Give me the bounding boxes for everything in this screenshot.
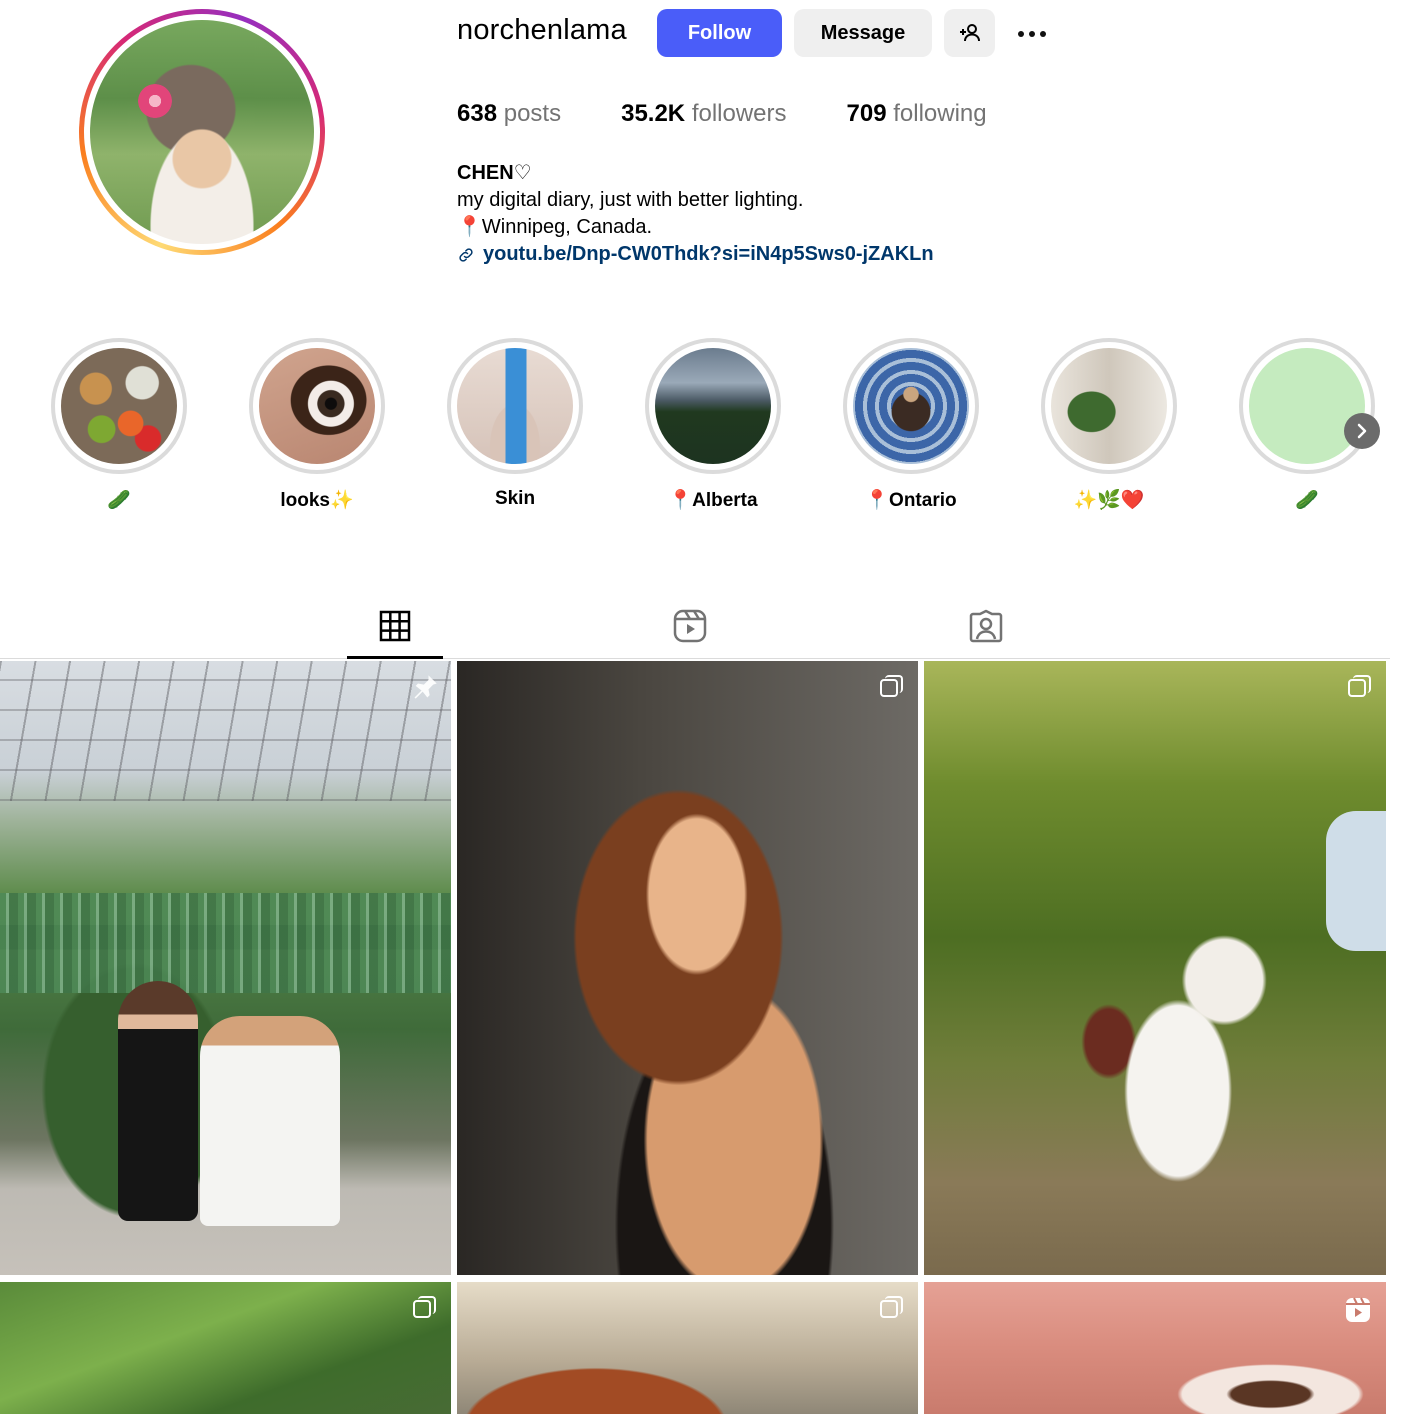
highlight-item[interactable]: 📍Ontario bbox=[843, 338, 979, 511]
location-pin-icon: 📍 bbox=[457, 216, 482, 238]
post-tile[interactable] bbox=[924, 661, 1386, 1275]
chevron-right-icon bbox=[1357, 423, 1367, 439]
highlight-item[interactable]: 🥒 bbox=[1239, 338, 1375, 511]
more-dot-icon bbox=[1018, 31, 1024, 37]
more-dot-icon bbox=[1029, 31, 1035, 37]
skincare-bottle-thumbnail bbox=[457, 348, 573, 464]
carousel-icon bbox=[1348, 675, 1372, 699]
highlight-label: 📍Alberta bbox=[668, 490, 758, 511]
meal-prep-thumbnail bbox=[61, 348, 177, 464]
message-button[interactable]: Message bbox=[794, 9, 932, 57]
carousel-icon bbox=[880, 675, 904, 699]
highlight-ring[interactable] bbox=[1239, 338, 1375, 474]
art-figure-thumbnail bbox=[853, 348, 969, 464]
plant-thumbnail bbox=[1051, 348, 1167, 464]
highlight-item[interactable]: ✨🌿❤️ bbox=[1041, 338, 1177, 511]
bio-display-name: CHEN♡ bbox=[457, 162, 532, 184]
suggested-accounts-button[interactable] bbox=[944, 9, 995, 57]
bio-link-text: youtu.be/Dnp-CW0Thdk?si=iN4p5Sws0-jZAKLn bbox=[483, 243, 934, 265]
highlight-ring[interactable] bbox=[447, 338, 583, 474]
bamboo-wall bbox=[0, 893, 451, 993]
carousel-icon bbox=[413, 1296, 437, 1320]
following-label: following bbox=[893, 100, 987, 127]
reel-icon bbox=[1346, 1297, 1370, 1322]
posts-count: 638 bbox=[457, 100, 498, 127]
highlight-label: 📍Ontario bbox=[865, 490, 957, 511]
post-tile[interactable] bbox=[457, 661, 918, 1275]
profile-avatar[interactable] bbox=[79, 9, 325, 255]
tab-reels[interactable] bbox=[642, 605, 738, 659]
post-tile[interactable] bbox=[0, 1282, 451, 1414]
post-tile[interactable] bbox=[0, 661, 451, 1275]
bio-external-link[interactable]: youtu.be/Dnp-CW0Thdk?si=iN4p5Sws0-jZAKLn bbox=[457, 241, 934, 268]
highlight-ring[interactable] bbox=[1041, 338, 1177, 474]
highlight-ring[interactable] bbox=[843, 338, 979, 474]
highlight-ring[interactable] bbox=[249, 338, 385, 474]
highlight-label: Skin bbox=[494, 488, 536, 509]
forest-thumbnail bbox=[655, 348, 771, 464]
following-count: 709 bbox=[846, 100, 887, 127]
highlight-item[interactable]: 📍Alberta bbox=[645, 338, 781, 511]
highlight-item[interactable]: 🥒 bbox=[51, 338, 187, 511]
highlight-ring[interactable] bbox=[51, 338, 187, 474]
tab-posts[interactable] bbox=[347, 605, 443, 659]
eye-closeup-thumbnail bbox=[259, 348, 375, 464]
avatar-image bbox=[90, 20, 314, 244]
tagged-icon bbox=[969, 609, 1003, 643]
highlight-label: 🥒 bbox=[107, 490, 131, 511]
bio-location: 📍Winnipeg, Canada. bbox=[457, 214, 934, 241]
highlight-label: looks✨ bbox=[280, 490, 354, 511]
posts-label: posts bbox=[503, 100, 562, 127]
flower-decoration bbox=[138, 84, 172, 118]
highlight-ring[interactable] bbox=[645, 338, 781, 474]
profile-username: norchenlama bbox=[457, 14, 627, 46]
highlight-item[interactable]: looks✨ bbox=[249, 338, 385, 511]
post-tile[interactable] bbox=[924, 1282, 1386, 1414]
profile-stats: 638 posts 35.2K followers 709 following bbox=[457, 100, 1047, 128]
more-options-button[interactable] bbox=[1010, 20, 1054, 48]
following-stat[interactable]: 709 following bbox=[847, 100, 987, 128]
highlights-next-button[interactable] bbox=[1344, 413, 1380, 449]
grid-icon bbox=[379, 610, 411, 642]
followers-label: followers bbox=[691, 100, 787, 127]
reels-icon bbox=[673, 609, 707, 643]
pin-icon bbox=[414, 675, 437, 699]
link-icon bbox=[459, 247, 473, 262]
followers-stat[interactable]: 35.2K followers bbox=[621, 100, 786, 128]
follow-button[interactable]: Follow bbox=[657, 9, 782, 57]
green-circle-thumbnail bbox=[1249, 348, 1365, 464]
highlight-label: 🥒 bbox=[1295, 490, 1319, 511]
carousel-icon bbox=[880, 1296, 904, 1320]
followers-count: 35.2K bbox=[621, 100, 686, 127]
tab-tagged[interactable] bbox=[938, 605, 1034, 659]
greenhouse-roof bbox=[0, 661, 451, 801]
woman-figure bbox=[118, 981, 198, 1221]
more-dot-icon bbox=[1040, 31, 1046, 37]
bio-location-text: Winnipeg, Canada. bbox=[481, 216, 653, 238]
add-person-icon bbox=[959, 24, 980, 42]
bio-text: my digital diary, just with better light… bbox=[457, 189, 804, 211]
highlight-item[interactable]: Skin bbox=[447, 338, 583, 509]
sky-patch bbox=[1326, 811, 1386, 951]
profile-bio: CHEN♡ my digital diary, just with better… bbox=[457, 160, 934, 268]
man-figure bbox=[200, 1016, 340, 1226]
post-tile[interactable] bbox=[457, 1282, 918, 1414]
highlight-label: ✨🌿❤️ bbox=[1073, 490, 1145, 511]
posts-stat: 638 posts bbox=[457, 100, 561, 128]
